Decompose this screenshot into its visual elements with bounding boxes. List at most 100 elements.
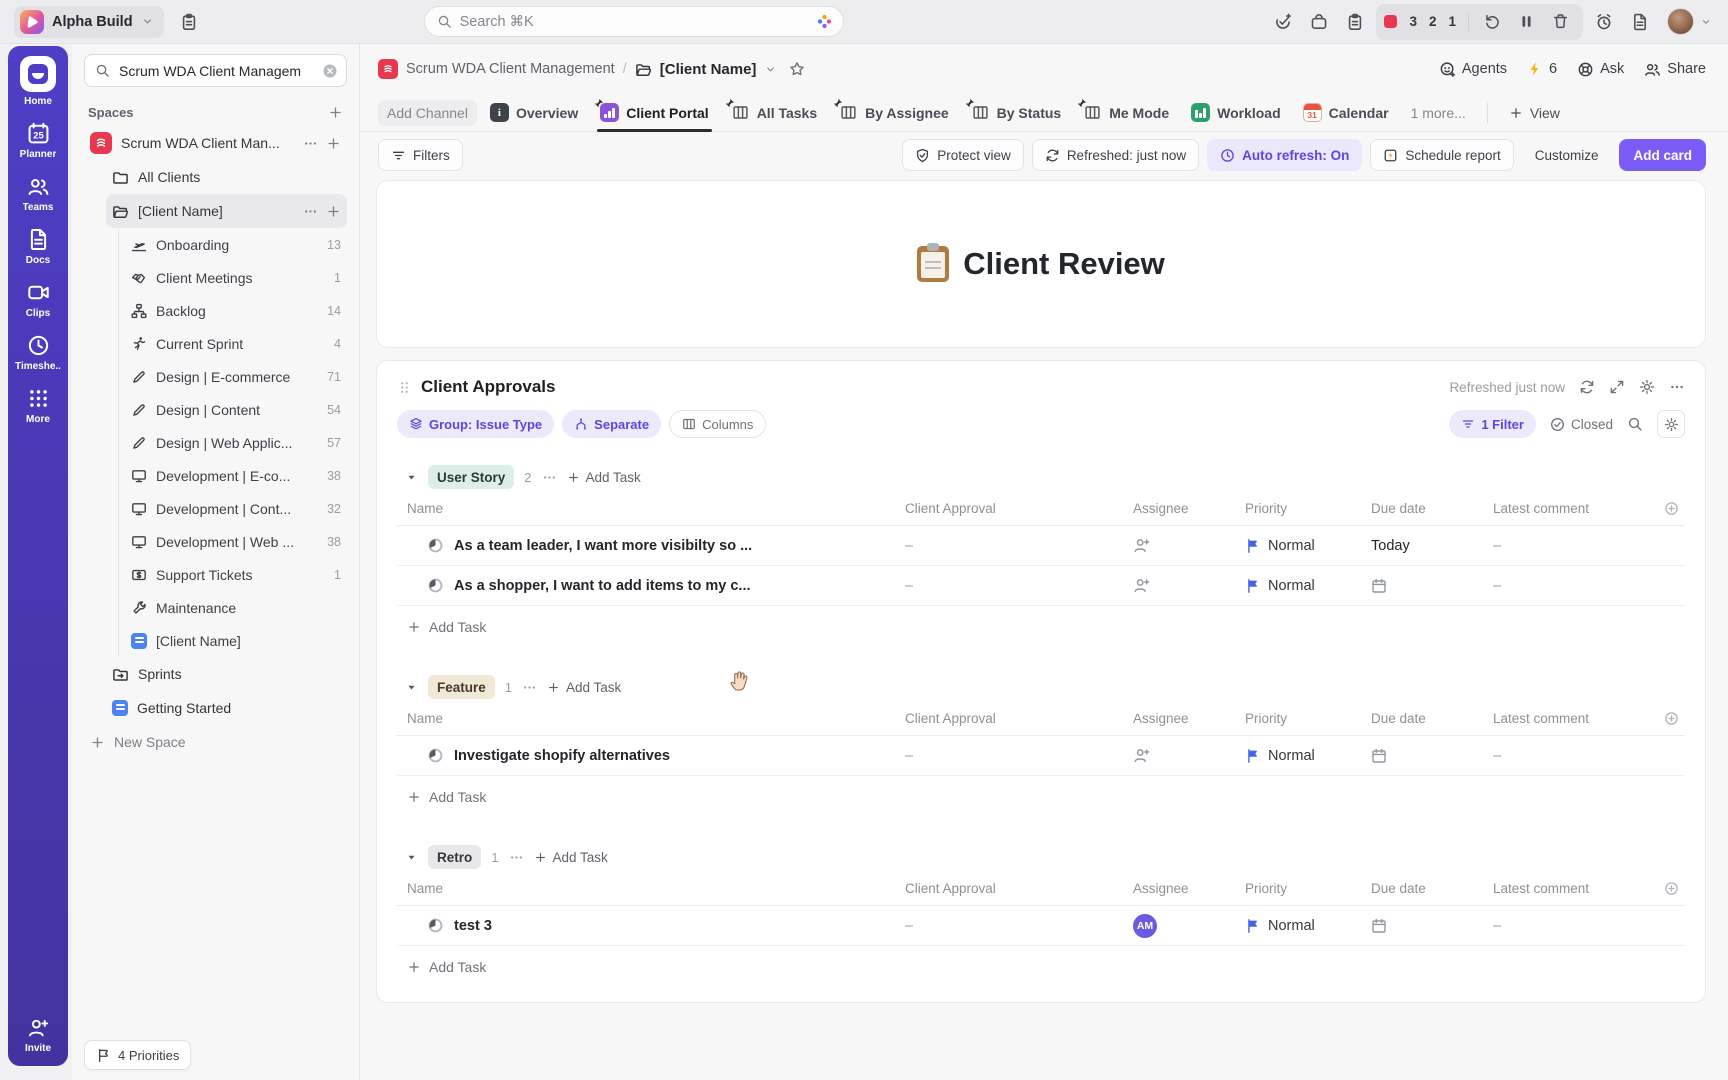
briefcase-button[interactable] bbox=[1304, 7, 1334, 37]
add-icon[interactable] bbox=[326, 204, 341, 219]
trash-button[interactable] bbox=[1545, 7, 1575, 37]
ai-credits[interactable]: 6 bbox=[1527, 61, 1557, 77]
sidebar-item-dev-web[interactable]: Development | Web ...38 bbox=[125, 525, 347, 558]
sidebar-item-design-ecommerce[interactable]: Design | E-commerce71 bbox=[125, 360, 347, 393]
add-column-icon[interactable] bbox=[1664, 501, 1679, 516]
drag-handle-icon[interactable] bbox=[397, 380, 412, 395]
sidebar-search-input[interactable] bbox=[117, 62, 315, 80]
assignee-add-icon[interactable] bbox=[1133, 537, 1150, 554]
table-row[interactable]: test 3 – AM Normal – bbox=[397, 906, 1685, 946]
more-dots-icon[interactable] bbox=[509, 850, 524, 865]
table-settings-button[interactable] bbox=[1657, 410, 1685, 438]
sidebar-item-design-webapp[interactable]: Design | Web Applic...57 bbox=[125, 426, 347, 459]
protect-view-button[interactable]: Protect view bbox=[902, 139, 1024, 171]
task-check-button[interactable] bbox=[1268, 7, 1298, 37]
chevron-down-icon[interactable] bbox=[1700, 16, 1712, 28]
clipboard-button[interactable] bbox=[174, 7, 204, 37]
status-donut-icon[interactable] bbox=[427, 917, 444, 934]
notes-button[interactable] bbox=[1340, 7, 1370, 37]
chevron-down-icon[interactable] bbox=[764, 63, 777, 76]
group-label[interactable]: Retro bbox=[428, 845, 481, 869]
more-dots-icon[interactable] bbox=[542, 470, 557, 485]
more-dots-icon[interactable] bbox=[303, 204, 318, 219]
gear-icon[interactable] bbox=[1639, 379, 1655, 395]
assignee-add-icon[interactable] bbox=[1133, 747, 1150, 764]
rail-item-teams[interactable]: Teams bbox=[8, 175, 68, 213]
more-dots-icon[interactable] bbox=[522, 680, 537, 695]
due-date-calendar-icon[interactable] bbox=[1371, 578, 1387, 594]
tab-by-assignee[interactable]: By Assignee bbox=[830, 94, 958, 131]
rail-item-clips[interactable]: Clips bbox=[8, 281, 68, 319]
add-column-icon[interactable] bbox=[1664, 881, 1679, 896]
tab-me-mode[interactable]: Me Mode bbox=[1074, 94, 1178, 131]
rail-item-more[interactable]: More bbox=[8, 387, 68, 425]
add-column-icon[interactable] bbox=[1664, 711, 1679, 726]
ask-button[interactable]: Ask bbox=[1577, 61, 1624, 78]
add-view-button[interactable]: View bbox=[1500, 94, 1569, 131]
sidebar-item-all-clients[interactable]: All Clients bbox=[106, 160, 347, 194]
add-task-button[interactable]: Add Task bbox=[547, 680, 621, 695]
tab-overview[interactable]: i Overview bbox=[481, 94, 587, 131]
refreshed-button[interactable]: Refreshed: just now bbox=[1032, 139, 1199, 171]
filters-button[interactable]: Filters bbox=[378, 139, 463, 171]
status-donut-icon[interactable] bbox=[427, 577, 444, 594]
add-task-row[interactable]: Add Task bbox=[397, 946, 1685, 988]
share-button[interactable]: Share bbox=[1644, 61, 1706, 78]
group-label[interactable]: User Story bbox=[428, 465, 514, 489]
rail-item-timesheets[interactable]: Timeshe.. bbox=[8, 334, 68, 372]
tabs-overflow[interactable]: 1 more... bbox=[1402, 94, 1475, 131]
assignee-avatar[interactable]: AM bbox=[1133, 914, 1157, 938]
search-icon[interactable] bbox=[1627, 416, 1643, 432]
collapse-chevron-icon[interactable] bbox=[405, 851, 418, 864]
rail-item-home[interactable]: Home bbox=[8, 56, 68, 107]
closed-toggle[interactable]: Closed bbox=[1550, 417, 1613, 432]
separate-pill[interactable]: Separate bbox=[562, 410, 661, 438]
sidebar-item-design-content[interactable]: Design | Content54 bbox=[125, 393, 347, 426]
sidebar-item-maintenance[interactable]: Maintenance bbox=[125, 591, 347, 624]
tab-workload[interactable]: Workload bbox=[1182, 94, 1290, 131]
refresh-icon[interactable] bbox=[1579, 379, 1595, 395]
space-red-icon[interactable] bbox=[378, 59, 398, 79]
add-task-button[interactable]: Add Task bbox=[534, 850, 608, 865]
auto-refresh-toggle[interactable]: Auto refresh: On bbox=[1207, 139, 1362, 171]
breadcrumb-current[interactable]: [Client Name] bbox=[660, 61, 757, 78]
group-by-pill[interactable]: Group: Issue Type bbox=[397, 410, 554, 438]
undo-button[interactable] bbox=[1477, 7, 1507, 37]
expand-icon[interactable] bbox=[1609, 379, 1625, 395]
filter-count-pill[interactable]: 1 Filter bbox=[1449, 410, 1536, 438]
breadcrumb-space[interactable]: Scrum WDA Client Management bbox=[406, 61, 615, 77]
add-icon[interactable] bbox=[326, 136, 341, 151]
customize-button[interactable]: Customize bbox=[1522, 139, 1612, 171]
rail-item-docs[interactable]: Docs bbox=[8, 228, 68, 266]
priorities-badge[interactable]: 4 Priorities bbox=[84, 1040, 191, 1070]
tab-client-portal[interactable]: Client Portal bbox=[591, 94, 717, 131]
user-avatar[interactable] bbox=[1667, 8, 1694, 35]
sidebar-item-support-tickets[interactable]: Support Tickets1 bbox=[125, 558, 347, 591]
global-search[interactable]: Search ⌘K bbox=[424, 6, 844, 37]
due-date-calendar-icon[interactable] bbox=[1371, 748, 1387, 764]
add-space-icon[interactable] bbox=[328, 105, 343, 120]
collapse-chevron-icon[interactable] bbox=[405, 471, 418, 484]
status-donut-icon[interactable] bbox=[427, 537, 444, 554]
ai-spark-icon[interactable] bbox=[816, 13, 833, 30]
tab-by-status[interactable]: By Status bbox=[962, 94, 1071, 131]
counter-1[interactable]: 3 bbox=[1405, 14, 1421, 29]
due-date-calendar-icon[interactable] bbox=[1371, 918, 1387, 934]
add-task-button[interactable]: Add Task bbox=[567, 470, 641, 485]
more-dots-icon[interactable] bbox=[1669, 379, 1685, 395]
columns-pill[interactable]: Columns bbox=[669, 410, 766, 438]
favorite-star-icon[interactable] bbox=[789, 61, 805, 77]
sidebar-search[interactable] bbox=[84, 54, 347, 87]
sidebar-item-sprints[interactable]: Sprints bbox=[106, 657, 347, 691]
sidebar-item-client-meetings[interactable]: Client Meetings1 bbox=[125, 261, 347, 294]
add-task-row[interactable]: Add Task bbox=[397, 606, 1685, 648]
table-row[interactable]: As a shopper, I want to add items to my … bbox=[397, 566, 1685, 606]
sidebar-item-onboarding[interactable]: Onboarding13 bbox=[125, 228, 347, 261]
rail-item-invite[interactable]: Invite bbox=[8, 1017, 68, 1054]
sidebar-item-client-name-doc[interactable]: [Client Name] bbox=[125, 624, 347, 657]
counter-2[interactable]: 2 bbox=[1425, 14, 1441, 29]
assignee-add-icon[interactable] bbox=[1133, 577, 1150, 594]
sidebar-item-current-sprint[interactable]: Current Sprint4 bbox=[125, 327, 347, 360]
sidebar-item-backlog[interactable]: Backlog14 bbox=[125, 294, 347, 327]
status-donut-icon[interactable] bbox=[427, 747, 444, 764]
